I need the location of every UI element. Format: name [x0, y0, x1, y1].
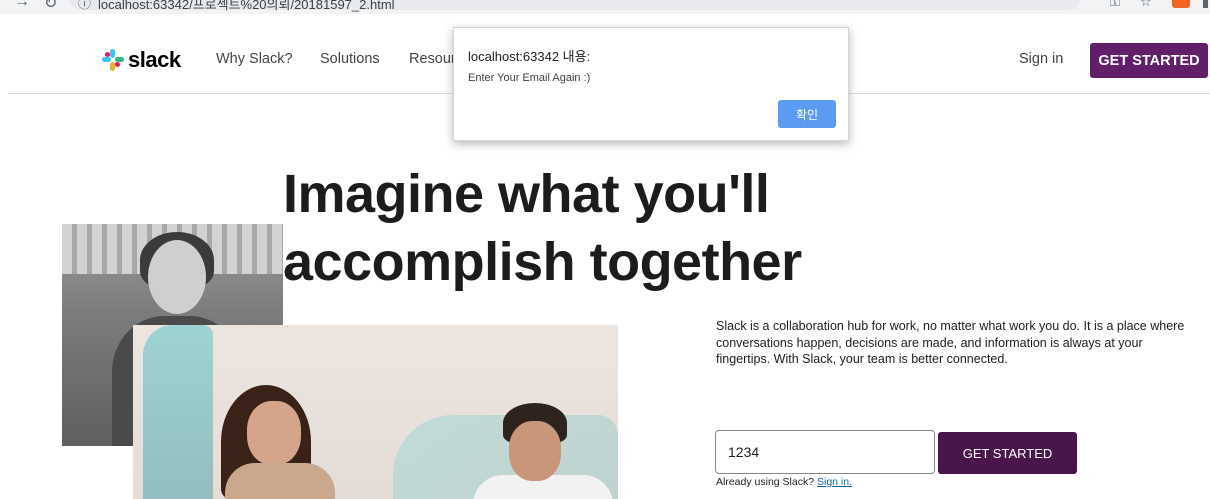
browser-toolbar: → ↻ ⓘ localhost:63342/프로젝트%20의뢰/20181597… — [0, 0, 1210, 14]
get-started-header-button[interactable]: GET STARTED — [1090, 43, 1208, 78]
hero-description: Slack is a collaboration hub for work, n… — [716, 319, 1185, 366]
url-text[interactable]: localhost:63342/프로젝트%20의뢰/20181597_2.htm… — [98, 0, 395, 13]
logo-wordmark: slack — [128, 47, 181, 72]
get-started-form-button[interactable]: GET STARTED — [938, 432, 1077, 474]
nav-solutions[interactable]: Solutions — [320, 51, 380, 67]
hero-title-line2: accomplish together — [283, 232, 802, 292]
already-using-text: Already using Slack? Sign in. — [716, 476, 852, 488]
nav-why-slack[interactable]: Why Slack? — [216, 51, 293, 67]
star-icon[interactable]: ☆ — [1140, 0, 1152, 10]
email-input[interactable] — [715, 430, 935, 474]
dialog-ok-button[interactable]: 확인 — [778, 100, 836, 128]
dialog-title: localhost:63342 내용: — [468, 49, 591, 64]
nav-resources[interactable]: Resour — [409, 51, 456, 67]
key-icon[interactable]: ⚿ — [1110, 0, 1120, 10]
hero-title-line1: Imagine what you'll — [283, 164, 770, 224]
already-using-label: Already using Slack? — [716, 476, 815, 488]
extension-icon-2[interactable] — [1203, 0, 1208, 8]
sign-in-link[interactable]: Sign in — [1019, 51, 1063, 67]
sign-in-form-link[interactable]: Sign in. — [817, 476, 852, 488]
hero-photo-team — [133, 325, 618, 499]
slack-logo-icon — [102, 49, 124, 71]
arrow-back-icon[interactable]: → — [14, 0, 30, 11]
hero-title: Imagine what you'll accomplish together — [283, 160, 802, 296]
dialog-message: Enter Your Email Again :) — [468, 72, 591, 84]
slack-logo[interactable]: slack — [102, 47, 181, 73]
alert-dialog: localhost:63342 내용: Enter Your Email Aga… — [453, 27, 849, 141]
info-icon[interactable]: ⓘ — [78, 0, 91, 12]
reload-icon[interactable]: ↻ — [44, 0, 57, 13]
extension-icon[interactable] — [1172, 0, 1190, 8]
